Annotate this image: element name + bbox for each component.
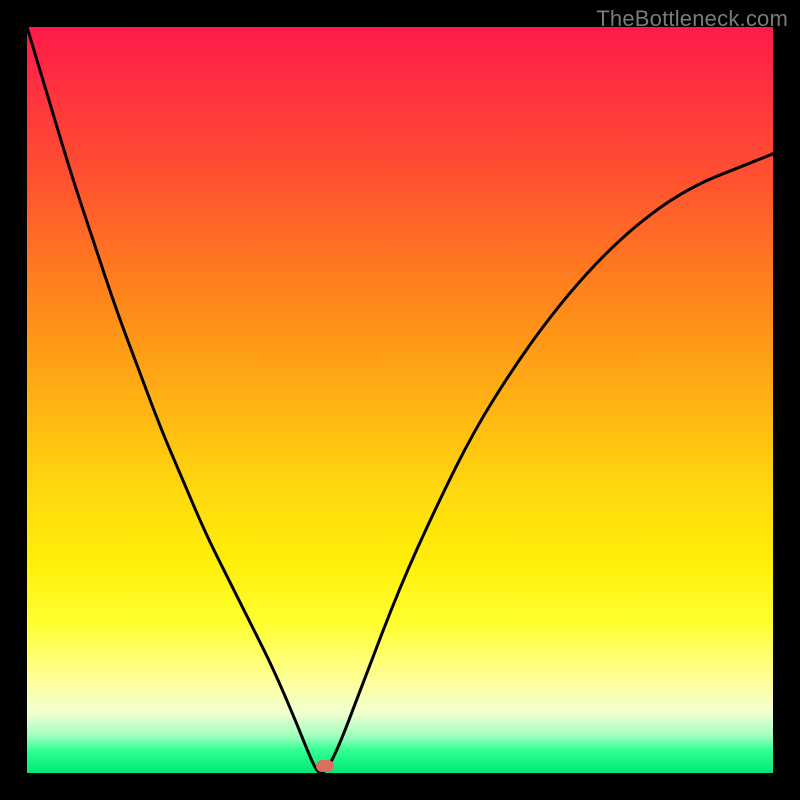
optimum-marker <box>316 760 334 772</box>
watermark-text: TheBottleneck.com <box>596 6 788 32</box>
chart-plot-area <box>27 27 773 773</box>
bottleneck-curve <box>27 27 773 773</box>
